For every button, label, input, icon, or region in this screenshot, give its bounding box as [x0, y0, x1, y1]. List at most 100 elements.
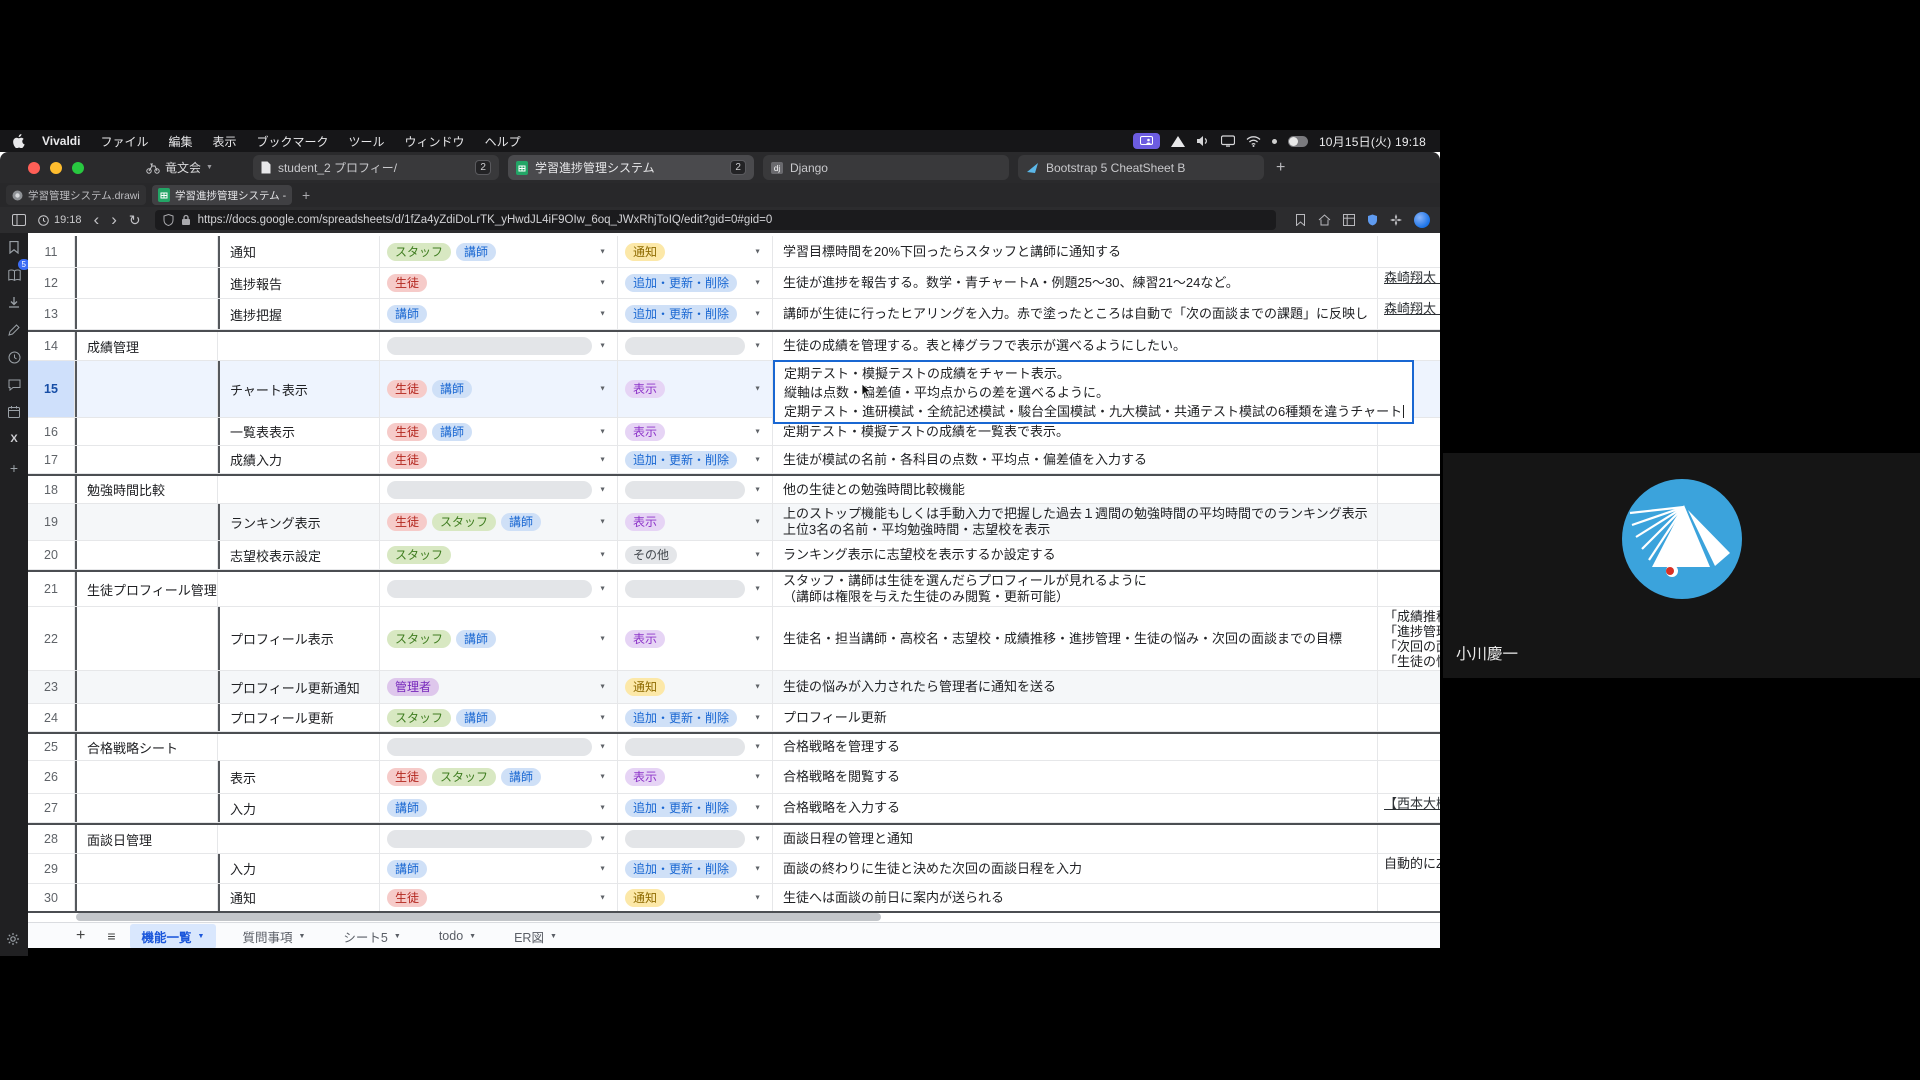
dropdown-arrow-icon[interactable]: ▼ — [754, 894, 761, 901]
role-chip[interactable]: 生徒 — [387, 451, 427, 469]
roles-cell[interactable]: スタッフ講師 ▼ — [380, 607, 618, 670]
type-chip[interactable]: 追加・更新・削除 — [625, 709, 737, 727]
type-chip[interactable]: 表示 — [625, 630, 665, 648]
menu-extra-triangle-icon[interactable] — [1171, 136, 1185, 147]
role-chip[interactable]: 管理者 — [387, 678, 439, 696]
role-chip[interactable]: 講師 — [387, 860, 427, 878]
overflow-cell[interactable] — [1378, 761, 1440, 793]
feature-name-cell[interactable]: 一覧表表示 — [218, 418, 380, 445]
sheet-tab-todo[interactable]: todo▼ — [427, 926, 488, 946]
x-social-panel-icon[interactable]: X — [10, 433, 17, 445]
group-name-cell[interactable] — [75, 854, 218, 883]
type-cell[interactable]: 表示 ▼ — [618, 607, 773, 670]
roles-cell[interactable]: 生徒スタッフ講師▼ — [380, 504, 618, 540]
feature-name-cell[interactable]: ランキング表示 — [218, 504, 380, 540]
dropdown-arrow-icon[interactable]: ▼ — [599, 248, 606, 255]
feature-name-cell[interactable] — [218, 332, 380, 360]
sheet-row-29[interactable]: 29入力講師▼追加・更新・削除▼面談の終わりに生徒と決めた次回の面談日程を入力自… — [28, 854, 1440, 884]
feature-name-cell[interactable]: 進捗把握 — [218, 299, 380, 329]
downloads-icon[interactable] — [8, 296, 20, 309]
overflow-cell[interactable]: 森崎翔太・ — [1378, 268, 1440, 298]
role-chip[interactable]: 生徒 — [387, 768, 427, 786]
type-cell[interactable]: 追加・更新・削除▼ — [618, 268, 773, 298]
all-sheets-menu-button[interactable]: ≡ — [107, 928, 115, 944]
overflow-cell[interactable]: 「成績推移「進捗管理「次回の面「生徒の悩 — [1378, 607, 1440, 670]
sheet-row-18[interactable]: 18勉強時間比較▼▼他の生徒との勉強時間比較機能 — [28, 474, 1440, 504]
role-chip[interactable]: スタッフ — [387, 630, 451, 648]
window-controls[interactable] — [28, 162, 84, 174]
dropdown-arrow-icon[interactable]: ▼ — [754, 836, 761, 843]
add-sheet-button[interactable]: + — [76, 927, 85, 945]
dropdown-arrow-icon[interactable]: ▼ — [599, 486, 606, 493]
dropdown-arrow-icon[interactable]: ▼ — [599, 456, 606, 463]
browser-tab-2[interactable]: 学習進捗管理システム2 — [508, 155, 754, 180]
dropdown-arrow-icon[interactable]: ▼ — [599, 635, 606, 642]
role-chip[interactable]: 講師 — [456, 709, 496, 727]
menu-item-edit[interactable]: 編集 — [168, 133, 192, 150]
back-button[interactable]: ‹ — [94, 210, 100, 230]
sheet-tab-質問事項[interactable]: 質問事項▼ — [230, 924, 317, 949]
type-cell[interactable]: 通知▼ — [618, 236, 773, 267]
dropdown-arrow-icon[interactable]: ▼ — [754, 774, 761, 781]
type-chip[interactable]: 表示 — [625, 423, 665, 441]
group-name-cell[interactable] — [75, 268, 218, 298]
stack-new-tab-button[interactable]: + — [302, 187, 310, 203]
type-cell[interactable]: ▼ — [618, 332, 773, 360]
roles-cell[interactable]: ▼ — [380, 825, 618, 853]
group-name-cell[interactable] — [75, 418, 218, 445]
forward-button[interactable]: › — [111, 210, 117, 230]
dropdown-arrow-icon[interactable]: ▼ — [754, 865, 761, 872]
volume-icon[interactable] — [1196, 135, 1210, 147]
overflow-cell[interactable]: 【西本大樹 — [1378, 794, 1440, 822]
settings-gear-icon[interactable] — [6, 932, 20, 946]
description-cell[interactable]: 上のストップ機能もしくは手動入力で把握した過去１週間の勉強時間の平均時間でのラン… — [773, 504, 1378, 540]
description-cell[interactable]: 学習目標時間を20%下回ったらスタッフと講師に通知する — [773, 236, 1378, 267]
group-name-cell[interactable] — [75, 236, 218, 267]
sheet-row-26[interactable]: 26表示生徒スタッフ講師▼表示▼合格戦略を閲覧する — [28, 761, 1440, 794]
role-chip[interactable]: 生徒 — [387, 380, 427, 398]
empty-dropdown-chip[interactable] — [625, 481, 745, 499]
url-field[interactable]: https://docs.google.com/spreadsheets/d/1… — [155, 210, 1276, 230]
empty-dropdown-chip[interactable] — [387, 481, 592, 499]
dropdown-arrow-icon[interactable]: ▼ — [754, 552, 761, 559]
dropdown-arrow-icon[interactable]: ▼ — [754, 744, 761, 751]
dropdown-arrow-icon[interactable]: ▼ — [599, 894, 606, 901]
apple-menu-icon[interactable] — [13, 134, 26, 148]
type-cell[interactable]: 追加・更新・削除▼ — [618, 794, 773, 822]
dropdown-arrow-icon[interactable]: ▼ — [754, 586, 761, 593]
type-cell[interactable]: 追加・更新・削除▼ — [618, 299, 773, 329]
dropdown-arrow-icon[interactable]: ▼ — [754, 248, 761, 255]
sheet-tab-機能一覧[interactable]: 機能一覧▼ — [130, 924, 217, 949]
role-chip[interactable]: 講師 — [501, 513, 541, 531]
close-window-button[interactable] — [28, 162, 40, 174]
dropdown-arrow-icon[interactable]: ▼ — [599, 774, 606, 781]
dropdown-arrow-icon[interactable]: ▼ — [754, 635, 761, 642]
dropdown-arrow-icon[interactable]: ▼ — [754, 428, 761, 435]
feature-name-cell[interactable]: 成績入力 — [218, 446, 380, 473]
description-cell[interactable]: 合格戦略を管理する — [773, 734, 1378, 760]
role-chip[interactable]: 講師 — [456, 630, 496, 648]
group-name-cell[interactable] — [75, 761, 218, 793]
sheet-row-24[interactable]: 24プロフィール更新スタッフ講師▼追加・更新・削除▼プロフィール更新 — [28, 704, 1440, 732]
dropdown-arrow-icon[interactable]: ▼ — [754, 311, 761, 318]
dropdown-arrow-icon[interactable]: ▼ — [599, 519, 606, 526]
group-name-cell[interactable]: 合格戦略シート — [75, 734, 218, 760]
wifi-icon[interactable] — [1246, 136, 1261, 147]
profile-avatar[interactable] — [1414, 212, 1430, 228]
type-chip[interactable]: 通知 — [625, 889, 665, 907]
dropdown-arrow-icon[interactable]: ▼ — [599, 684, 606, 691]
shield-check-icon[interactable] — [1367, 214, 1378, 226]
type-cell[interactable]: 表示▼ — [618, 761, 773, 793]
dropdown-arrow-icon[interactable]: ▼ — [599, 428, 606, 435]
description-cell[interactable]: 他の生徒との勉強時間比較機能 — [773, 476, 1378, 503]
browser-tab-3[interactable]: djDjango — [763, 155, 1009, 180]
overflow-cell[interactable] — [1378, 446, 1440, 473]
description-cell[interactable]: 生徒が進捗を報告する。数学・青チャートA・例題25〜30、練習21〜24など。 — [773, 268, 1378, 298]
dropdown-arrow-icon[interactable]: ▼ — [754, 519, 761, 526]
roles-cell[interactable]: ▼ — [380, 734, 618, 760]
type-chip[interactable]: 表示 — [625, 513, 665, 531]
home-icon[interactable] — [1318, 214, 1331, 226]
overflow-cell[interactable] — [1378, 236, 1440, 267]
menu-item-help[interactable]: ヘルプ — [485, 133, 521, 150]
sheet-row-25[interactable]: 25合格戦略シート▼▼合格戦略を管理する — [28, 732, 1440, 761]
